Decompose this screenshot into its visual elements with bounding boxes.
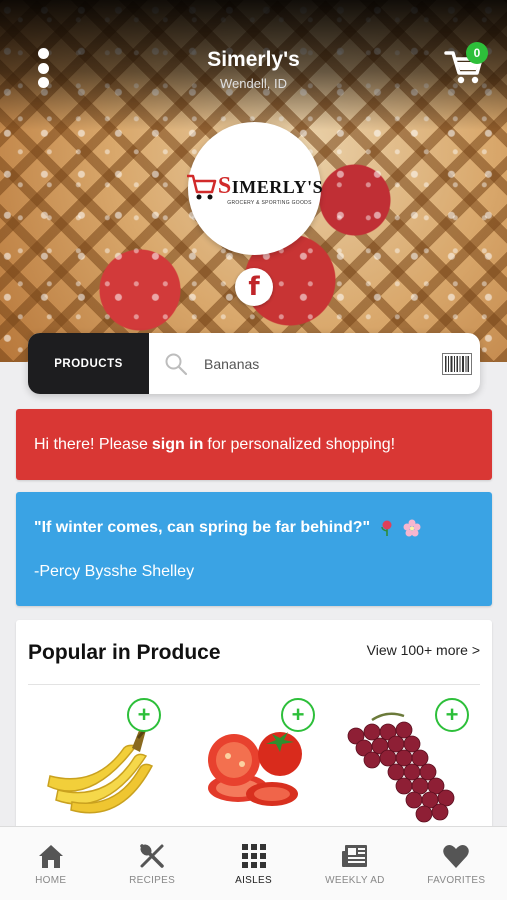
tab-aisles[interactable]: AISLES [203, 827, 304, 900]
view-more-link[interactable]: View 100+ more > [367, 642, 480, 658]
tab-label: AISLES [235, 875, 272, 886]
blossom-icon [403, 519, 421, 537]
signin-prefix: Hi there! Please [34, 435, 148, 453]
facebook-button[interactable]: f [235, 268, 273, 306]
rose-icon [380, 520, 392, 536]
cart-count-badge: 0 [466, 42, 488, 64]
tab-label: WEEKLY AD [325, 875, 385, 886]
section-title: Popular in Produce [28, 641, 221, 664]
grid-icon [241, 844, 266, 868]
popular-produce-card: Popular in Produce View 100+ more > + + [16, 620, 492, 840]
search-scope-button[interactable]: PRODUCTS [28, 333, 149, 394]
store-name: Simerly's [207, 48, 300, 71]
search-icon [165, 353, 188, 376]
heart-icon [443, 845, 470, 868]
signin-link[interactable]: sign in [152, 436, 204, 454]
logo-cart-icon [186, 174, 217, 199]
barcode-scan-icon[interactable] [442, 353, 472, 375]
newspaper-icon [341, 845, 367, 867]
facebook-icon: f [248, 272, 260, 302]
quote-text: "If winter comes, can spring be far behi… [34, 519, 371, 537]
add-to-cart-button[interactable]: + [281, 698, 315, 732]
logo-row: SIMERLY'S [186, 172, 323, 202]
logo-tagline: GROCERY & SPORTING GOODS [227, 199, 312, 206]
store-location: Wendell, ID [220, 76, 287, 91]
tab-recipes[interactable]: RECIPES [101, 827, 202, 900]
quote-author: -Percy Bysshe Shelley [34, 563, 195, 580]
home-icon [38, 845, 63, 868]
tab-label: HOME [35, 875, 67, 886]
signin-suffix: for personalized shopping! [207, 435, 396, 453]
quote-banner: "If winter comes, can spring be far behi… [16, 492, 492, 606]
add-to-cart-button[interactable]: + [127, 698, 161, 732]
search-input[interactable] [204, 347, 434, 381]
utensils-icon [140, 844, 164, 868]
add-to-cart-button[interactable]: + [435, 698, 469, 732]
bottom-tab-bar: HOME RECIPES AISLES WEEKLY AD FAVORITES [0, 826, 507, 900]
tab-label: FAVORITES [427, 875, 486, 886]
tab-label: RECIPES [129, 875, 176, 886]
tab-weekly-ad[interactable]: WEEKLY AD [304, 827, 405, 900]
search-bar: PRODUCTS [28, 333, 480, 394]
quote-text-row: "If winter comes, can spring be far behi… [34, 519, 421, 537]
signin-banner[interactable]: Hi there! Please sign in for personalize… [16, 409, 492, 480]
logo-wordmark: SIMERLY'S [217, 173, 324, 199]
product-tile-red-grapes[interactable]: + [342, 698, 492, 828]
divider [28, 684, 480, 685]
tab-home[interactable]: HOME [0, 827, 101, 900]
product-tile-tomatoes[interactable]: + [190, 698, 340, 828]
product-tile-bananas[interactable]: + [36, 698, 186, 828]
tab-favorites[interactable]: FAVORITES [406, 827, 507, 900]
store-logo: SIMERLY'S GROCERY & SPORTING GOODS [186, 122, 323, 255]
